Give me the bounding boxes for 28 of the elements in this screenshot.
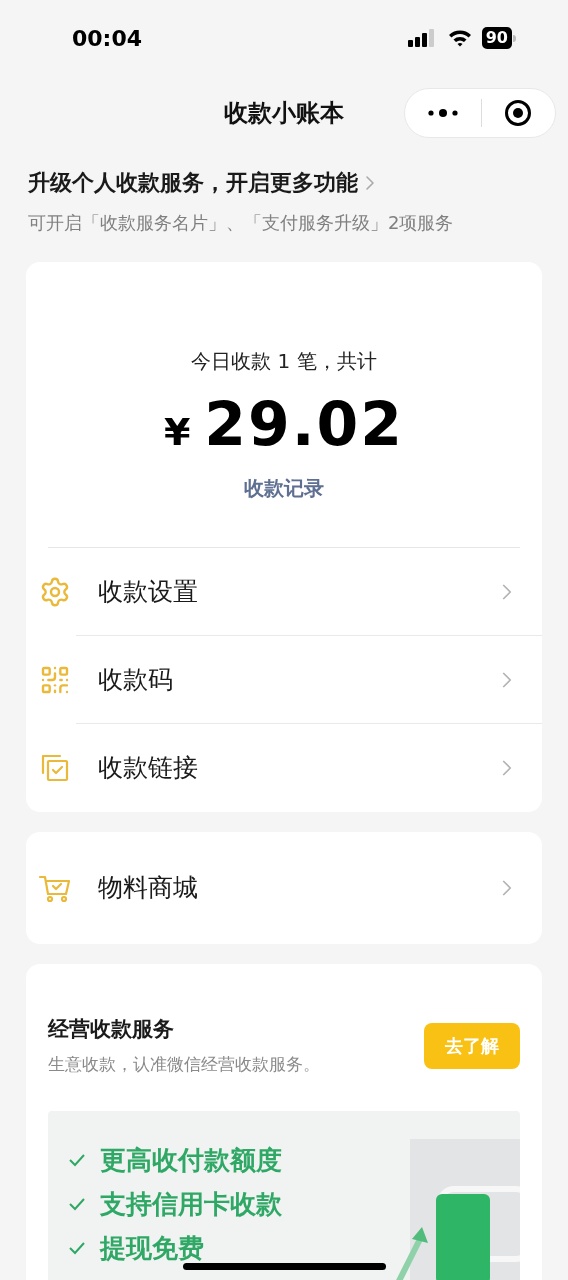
more-icon[interactable]	[427, 108, 459, 118]
signal-icon	[407, 29, 436, 47]
clock: 00:04	[72, 24, 144, 53]
currency-symbol: ¥	[163, 409, 191, 456]
battery-indicator: 90	[481, 27, 516, 49]
menu-item[interactable]: 物料商城	[76, 844, 542, 932]
page-title: 收款小账本	[224, 98, 344, 129]
records-link[interactable]: 收款记录	[244, 473, 324, 503]
upgrade-subtitle: 可开启「收款服务名片」、「支付服务升级」2项服务	[28, 211, 455, 235]
link-card-icon	[39, 752, 71, 784]
wifi-icon	[447, 29, 472, 47]
qr-code-icon	[39, 664, 71, 696]
service-title: 经营收款服务	[48, 1016, 175, 1043]
feature-text: 支持信用卡收款	[100, 1188, 282, 1221]
check-icon	[68, 1153, 86, 1167]
amount: 29.02	[204, 388, 405, 460]
check-icon	[68, 1241, 86, 1255]
today-caption: 今日收款 1 笔，共计	[191, 348, 377, 375]
menu-item[interactable]: 收款码	[76, 636, 542, 724]
menu-item[interactable]: 收款链接	[76, 724, 542, 812]
feature-text: 更高收付款额度	[100, 1144, 282, 1177]
check-icon	[68, 1197, 86, 1211]
menu-item[interactable]: 收款设置	[76, 548, 542, 636]
feature-text: 提现免费	[100, 1232, 204, 1265]
gear-icon	[39, 576, 71, 608]
service-subtitle: 生意收款，认准微信经营收款服务。	[48, 1052, 321, 1076]
close-icon[interactable]	[504, 99, 532, 127]
upgrade-link[interactable]: 升级个人收款服务，开启更多功能	[28, 166, 540, 199]
